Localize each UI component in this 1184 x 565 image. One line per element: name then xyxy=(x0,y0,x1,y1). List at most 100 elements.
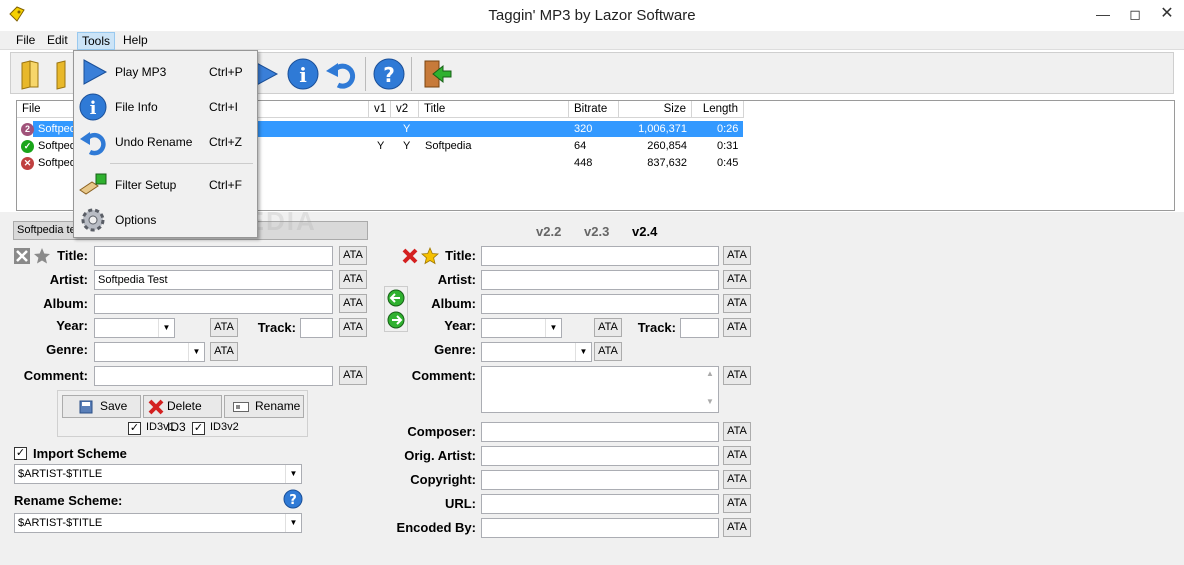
menu-file[interactable]: File xyxy=(12,32,39,50)
track-input[interactable] xyxy=(300,318,333,338)
v24-album-input[interactable] xyxy=(481,294,719,314)
ata-orig-artist-button[interactable]: ATA xyxy=(723,446,751,465)
exit-icon[interactable] xyxy=(419,57,453,91)
delete-icon xyxy=(148,399,164,415)
delete-id3-button[interactable]: Delete ID3 xyxy=(143,395,222,434)
menu-help[interactable]: Help xyxy=(119,32,152,50)
ata-album-button[interactable]: ATA xyxy=(339,294,367,313)
id3v1-checkbox[interactable]: ✓ xyxy=(128,422,141,435)
undo-icon xyxy=(80,132,106,156)
menu-item-file-info[interactable]: i File Info Ctrl+I xyxy=(74,90,257,124)
rename-button[interactable]: Rename xyxy=(224,395,304,418)
size-cell: 260,854 xyxy=(647,140,687,152)
column-header-length[interactable]: Length xyxy=(692,101,744,118)
ata-artist-button[interactable]: ATA xyxy=(339,270,367,289)
composer-input[interactable] xyxy=(481,422,719,442)
column-header-v2[interactable]: v2 xyxy=(391,101,419,118)
album-input[interactable] xyxy=(94,294,333,314)
gear-icon xyxy=(81,208,105,232)
ata-encoded-by-button[interactable]: ATA xyxy=(723,518,751,537)
maximize-button[interactable]: ◻ xyxy=(1120,0,1150,28)
v24-track-input[interactable] xyxy=(680,318,719,338)
menu-item-label: File Info xyxy=(115,100,158,114)
menu-item-play-mp3[interactable]: Play MP3 Ctrl+P xyxy=(74,55,257,89)
import-scheme-value: $ARTIST-$TITLE xyxy=(18,468,103,480)
ata-v24-genre-button[interactable]: ATA xyxy=(594,342,622,361)
scrollbar[interactable]: ▲ ▼ xyxy=(702,367,718,412)
id3v2-label: ID3v2 xyxy=(210,421,239,433)
delete-tag-icon[interactable] xyxy=(401,247,419,265)
undo-icon[interactable] xyxy=(324,57,358,91)
v24-genre-label: Genre: xyxy=(434,342,476,357)
menu-item-options[interactable]: Options xyxy=(74,203,257,237)
menu-item-shortcut: Ctrl+F xyxy=(209,178,242,192)
ata-composer-button[interactable]: ATA xyxy=(723,422,751,441)
v24-comment-textarea[interactable]: ▲ ▼ xyxy=(481,366,719,413)
ata-v24-title-button[interactable]: ATA xyxy=(723,246,751,265)
artist-input[interactable]: Softpedia Test xyxy=(94,270,333,290)
tab-v2-4[interactable]: v2.4 xyxy=(632,224,657,239)
ata-comment-button[interactable]: ATA xyxy=(339,366,367,385)
clear-tag-icon[interactable] xyxy=(13,247,31,265)
column-header-size[interactable]: Size xyxy=(619,101,692,118)
v24-genre-select[interactable]: ▼ xyxy=(481,342,592,362)
ata-v24-comment-button[interactable]: ATA xyxy=(723,366,751,385)
orig-artist-label: Orig. Artist: xyxy=(404,448,476,463)
ata-v24-track-button[interactable]: ATA xyxy=(723,318,751,337)
year-select[interactable]: ▼ xyxy=(94,318,175,338)
menu-item-label: Options xyxy=(115,213,157,227)
import-scheme-checkbox[interactable]: ✓ xyxy=(14,447,27,460)
ata-v24-year-button[interactable]: ATA xyxy=(594,318,622,337)
ata-copyright-button[interactable]: ATA xyxy=(723,470,751,489)
chevron-down-icon: ▼ xyxy=(575,343,591,361)
info-icon[interactable]: i xyxy=(286,57,320,91)
v24-artist-label: Artist: xyxy=(437,272,476,287)
menu-item-undo-rename[interactable]: Undo Rename Ctrl+Z xyxy=(74,125,257,159)
orig-artist-input[interactable] xyxy=(481,446,719,466)
tab-v2-2[interactable]: v2.2 xyxy=(536,224,561,239)
ata-v24-artist-button[interactable]: ATA xyxy=(723,270,751,289)
help-icon[interactable]: ? xyxy=(283,489,303,509)
ata-track-button[interactable]: ATA xyxy=(339,318,367,337)
ata-url-button[interactable]: ATA xyxy=(723,494,751,513)
url-input[interactable] xyxy=(481,494,719,514)
tab-v2-3[interactable]: v2.3 xyxy=(584,224,609,239)
id3v2-checkbox[interactable]: ✓ xyxy=(192,422,205,435)
v24-year-select[interactable]: ▼ xyxy=(481,318,562,338)
copyright-label: Copyright: xyxy=(410,472,476,487)
help-icon[interactable]: ? xyxy=(372,57,406,91)
v24-title-input[interactable] xyxy=(481,246,719,266)
tag-editor-area: Softpedia te Title: ATA Artist: Softpedi… xyxy=(0,212,1184,565)
chevron-down-icon: ▼ xyxy=(188,343,204,361)
ata-v24-album-button[interactable]: ATA xyxy=(723,294,751,313)
open-folder-icon[interactable] xyxy=(16,57,50,91)
chevron-down-icon: ▼ xyxy=(158,319,174,337)
close-button[interactable]: ✕ xyxy=(1152,0,1182,28)
column-header-title[interactable]: Title xyxy=(419,101,569,118)
menu-tools[interactable]: Tools xyxy=(77,32,116,50)
ata-title-button[interactable]: ATA xyxy=(339,246,367,265)
v1-cell: Y xyxy=(377,140,385,152)
column-header-v1[interactable]: v1 xyxy=(369,101,391,118)
menu-item-filter-setup[interactable]: Filter Setup Ctrl+F xyxy=(74,168,257,202)
import-scheme-select[interactable]: $ARTIST-$TITLE ▼ xyxy=(14,464,302,484)
ata-genre-button[interactable]: ATA xyxy=(210,342,238,361)
comment-input[interactable] xyxy=(94,366,333,386)
title-input[interactable] xyxy=(94,246,333,266)
menu-item-shortcut: Ctrl+P xyxy=(209,65,243,79)
save-button[interactable]: Save xyxy=(62,395,141,418)
v2-cell: Y xyxy=(403,123,411,135)
url-label: URL: xyxy=(444,496,476,511)
v24-artist-input[interactable] xyxy=(481,270,719,290)
copyright-input[interactable] xyxy=(481,470,719,490)
menu-item-label: Filter Setup xyxy=(115,178,177,192)
encoded-by-input[interactable] xyxy=(481,518,719,538)
rename-scheme-select[interactable]: $ARTIST-$TITLE ▼ xyxy=(14,513,302,533)
id3v1-label: ID3v1 xyxy=(146,421,175,433)
ata-year-button[interactable]: ATA xyxy=(210,318,238,337)
minimize-button[interactable]: — xyxy=(1088,0,1118,28)
size-cell: 837,632 xyxy=(647,157,687,169)
column-header-bitrate[interactable]: Bitrate xyxy=(569,101,619,118)
menu-edit[interactable]: Edit xyxy=(43,32,72,50)
genre-select[interactable]: ▼ xyxy=(94,342,205,362)
